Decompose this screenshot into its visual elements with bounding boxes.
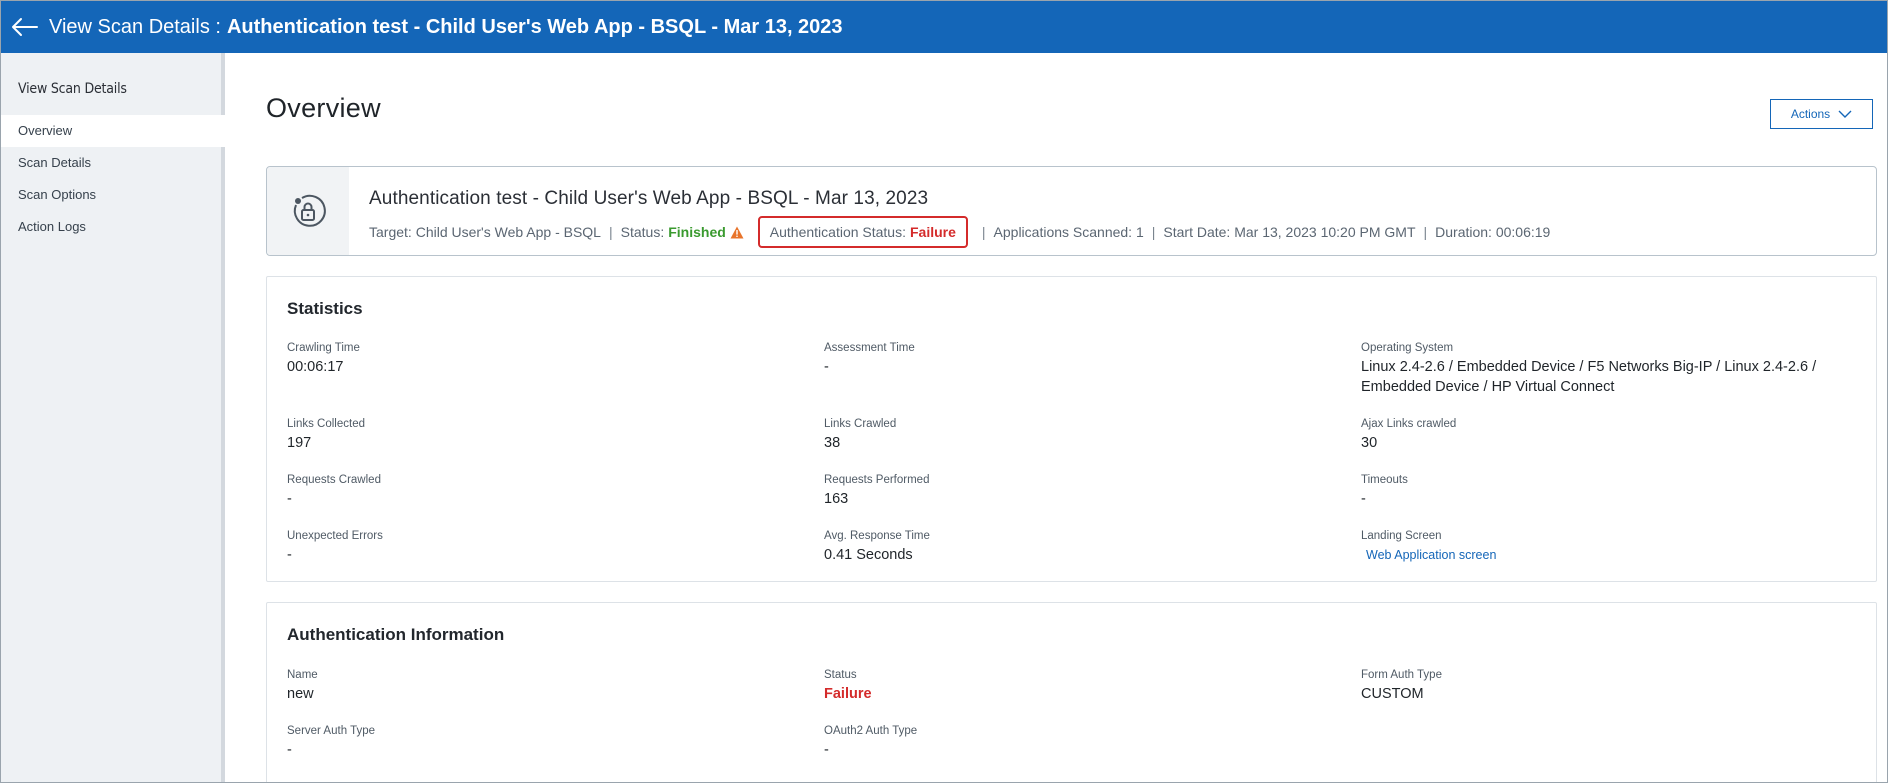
auth-form-auth-type: Form Auth Type CUSTOM bbox=[1361, 669, 1442, 704]
statistics-title: Statistics bbox=[287, 299, 363, 318]
separator: | bbox=[1423, 224, 1428, 240]
field-value: - bbox=[824, 359, 829, 375]
sidebar-title: View Scan Details bbox=[18, 81, 127, 97]
duration: Duration: 00:06:19 bbox=[1435, 224, 1551, 240]
arrow-left-icon bbox=[12, 18, 38, 36]
field-value: new bbox=[287, 686, 314, 702]
auth-status-label: Authentication Status: bbox=[769, 224, 906, 240]
separator: | bbox=[1151, 224, 1156, 240]
field-label: Ajax Links crawled bbox=[1361, 418, 1457, 430]
field-label: Name bbox=[287, 669, 318, 681]
stat-landing-screen: Landing Screen Web Application screen bbox=[1361, 530, 1496, 565]
stat-crawling-time: Crawling Time 00:06:17 bbox=[287, 342, 360, 377]
field-label: Crawling Time bbox=[287, 342, 360, 354]
field-value: - bbox=[824, 742, 829, 758]
scan-icon-box bbox=[267, 167, 349, 255]
header-scan-name: Authentication test - Child User's Web A… bbox=[226, 15, 843, 38]
field-value: - bbox=[287, 742, 292, 758]
status-value: Finished bbox=[668, 224, 726, 240]
field-label: Unexpected Errors bbox=[287, 530, 383, 542]
scan-meta: Target: Child User's Web App - BSQL | St… bbox=[369, 216, 1550, 248]
lock-scan-icon bbox=[293, 194, 326, 227]
header-title: View Scan Details : Authentication test -… bbox=[49, 16, 843, 39]
sidebar: View Scan Details Overview Scan Details … bbox=[1, 53, 225, 782]
sidebar-item-action-logs[interactable]: Action Logs bbox=[1, 211, 221, 243]
auth-oauth2-auth-type: OAuth2 Auth Type - bbox=[824, 725, 917, 760]
field-label: Links Collected bbox=[287, 418, 365, 430]
statistics-panel: Statistics Crawling Time 00:06:17 Assess… bbox=[266, 276, 1877, 582]
field-label: Operating System bbox=[1361, 342, 1454, 354]
field-label: Timeouts bbox=[1361, 474, 1408, 486]
status-label: Status: bbox=[620, 224, 665, 240]
field-value: 163 bbox=[824, 491, 849, 507]
actions-label: Actions bbox=[1790, 107, 1831, 121]
auth-status: Status Failure bbox=[824, 669, 872, 704]
sidebar-item-scan-details[interactable]: Scan Details bbox=[1, 147, 221, 179]
field-value: - bbox=[287, 547, 292, 563]
field-label: Form Auth Type bbox=[1361, 669, 1442, 681]
auth-status-highlight: Authentication Status: Failure bbox=[757, 216, 968, 248]
field-value: - bbox=[287, 491, 292, 507]
scan-info: Authentication test - Child User's Web A… bbox=[349, 167, 1550, 255]
field-value: 30 bbox=[1361, 435, 1378, 451]
top-header: View Scan Details : Authentication test -… bbox=[1, 1, 1887, 53]
stat-requests-performed: Requests Performed 163 bbox=[824, 474, 929, 509]
warning-triangle-icon[interactable] bbox=[730, 226, 744, 239]
scan-name: Authentication test - Child User's Web A… bbox=[369, 188, 929, 209]
auth-info-panel: Authentication Information Name new Stat… bbox=[266, 602, 1877, 782]
field-label: Requests Performed bbox=[824, 474, 930, 486]
chevron-down-icon bbox=[1838, 110, 1852, 118]
main-content: Overview Actions Authentication test - C… bbox=[229, 53, 1887, 782]
field-label: Server Auth Type bbox=[287, 725, 376, 737]
back-button[interactable] bbox=[5, 7, 45, 47]
stat-unexpected-errors: Unexpected Errors - bbox=[287, 530, 383, 565]
stat-operating-system: Operating System Linux 2.4-2.6 / Embedde… bbox=[1361, 342, 1866, 397]
field-value: Failure bbox=[824, 686, 872, 702]
scan-summary-card: Authentication test - Child User's Web A… bbox=[266, 166, 1877, 256]
actions-button[interactable]: Actions bbox=[1770, 99, 1873, 129]
sidebar-item-overview[interactable]: Overview bbox=[1, 115, 225, 147]
field-label: Assessment Time bbox=[824, 342, 915, 354]
target-value: Child User's Web App - BSQL bbox=[415, 224, 601, 240]
auth-status-value: Failure bbox=[909, 224, 956, 240]
field-value: 00:06:17 bbox=[287, 359, 344, 375]
header-prefix: View Scan Details : bbox=[49, 15, 221, 38]
target-label: Target: bbox=[369, 224, 412, 240]
field-label: Landing Screen bbox=[1361, 530, 1442, 542]
field-label: Status bbox=[824, 669, 857, 681]
stat-assessment-time: Assessment Time - bbox=[824, 342, 915, 377]
field-value: 0.41 Seconds bbox=[824, 547, 913, 563]
apps-scanned: Applications Scanned: 1 bbox=[993, 224, 1144, 240]
sidebar-item-scan-options[interactable]: Scan Options bbox=[1, 179, 221, 211]
field-value: Linux 2.4-2.6 / Embedded Device / F5 Net… bbox=[1361, 359, 1817, 395]
stat-requests-crawled: Requests Crawled - bbox=[287, 474, 381, 509]
separator: | bbox=[981, 224, 986, 240]
field-label: Links Crawled bbox=[824, 418, 897, 430]
field-value: CUSTOM bbox=[1361, 686, 1424, 702]
field-value: 38 bbox=[824, 435, 841, 451]
stat-ajax-links-crawled: Ajax Links crawled 30 bbox=[1361, 418, 1456, 453]
field-value: 197 bbox=[287, 435, 312, 451]
start-date: Start Date: Mar 13, 2023 10:20 PM GMT bbox=[1163, 224, 1416, 240]
app-frame: View Scan Details : Authentication test -… bbox=[0, 0, 1888, 783]
landing-screen-link[interactable]: Web Application screen bbox=[1366, 545, 1496, 565]
auth-info-title: Authentication Information bbox=[287, 625, 505, 644]
auth-server-auth-type: Server Auth Type - bbox=[287, 725, 375, 760]
stat-avg-response-time: Avg. Response Time 0.41 Seconds bbox=[824, 530, 930, 565]
stat-links-crawled: Links Crawled 38 bbox=[824, 418, 896, 453]
field-value: - bbox=[1361, 491, 1366, 507]
separator: | bbox=[608, 224, 613, 240]
stat-timeouts: Timeouts - bbox=[1361, 474, 1408, 509]
stat-links-collected: Links Collected 197 bbox=[287, 418, 365, 453]
page-title: Overview bbox=[266, 93, 381, 123]
auth-name: Name new bbox=[287, 669, 318, 704]
field-label: OAuth2 Auth Type bbox=[824, 725, 918, 737]
field-label: Avg. Response Time bbox=[824, 530, 930, 542]
field-label: Requests Crawled bbox=[287, 474, 381, 486]
